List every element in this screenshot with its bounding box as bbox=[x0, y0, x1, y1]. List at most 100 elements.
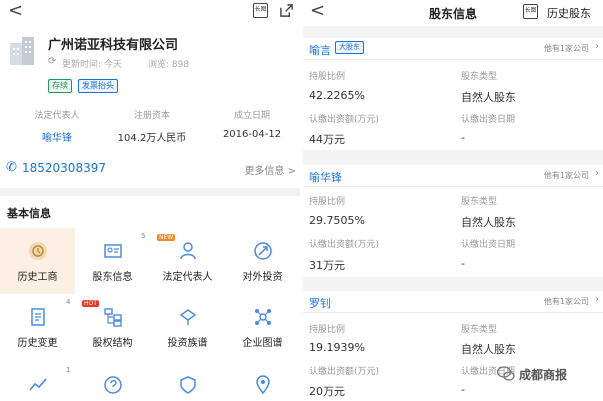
date-label: 认缴出资日期 bbox=[461, 115, 516, 125]
grid-label: 对外投资 bbox=[242, 272, 283, 283]
count-badge: 4 bbox=[66, 298, 71, 306]
location-icon bbox=[256, 375, 270, 395]
new-badge: NEW bbox=[157, 234, 176, 241]
grid-history-change[interactable]: 4 历史变更 bbox=[0, 294, 75, 360]
shareholder-name[interactable]: 罗钊 bbox=[309, 295, 331, 311]
grid-label: 法定代表人 bbox=[162, 272, 213, 283]
view-count: 浏览: 898 bbox=[148, 60, 190, 70]
grid-enterprise-graph[interactable]: 企业图谱 bbox=[225, 294, 300, 360]
family-tree-icon bbox=[179, 309, 197, 325]
company-detail-panel: < 长图 广州诺亚科技有限公司 ⟳ 更新时间: 今天 浏览: 898 存续 发票… bbox=[0, 0, 300, 401]
amount-label: 认缴出资额(万元) bbox=[309, 240, 380, 250]
grid-legal-rep[interactable]: NEW 法定代表人 bbox=[150, 228, 225, 294]
long-image-icon[interactable]: 长图 bbox=[523, 4, 538, 19]
phone-number[interactable]: 18520308397 bbox=[22, 161, 106, 175]
company-logo-icon bbox=[10, 37, 34, 65]
top-bar: < 股东信息 长图 历史股东 bbox=[303, 0, 603, 26]
shareholder-card[interactable]: 喻言 大股东 他有1家公司 › 持股比例 42.2265% 股东类型 自然人股东… bbox=[303, 38, 603, 150]
top-bar: < 长图 bbox=[0, 0, 300, 24]
question-icon bbox=[104, 376, 122, 394]
back-button[interactable]: < bbox=[8, 2, 23, 20]
grid-label: 股权结构 bbox=[92, 338, 133, 349]
trend-icon bbox=[29, 378, 47, 391]
legal-rep-info: 法定代表人 喻华锋 bbox=[22, 108, 92, 144]
refresh-icon[interactable]: ⟳ bbox=[48, 56, 56, 67]
founded-date-label: 成立日期 bbox=[233, 111, 270, 121]
chevron-right-icon: › bbox=[595, 168, 599, 179]
change-icon bbox=[31, 308, 45, 326]
amount-value: 20万元 bbox=[309, 385, 345, 398]
ratio-label: 持股比例 bbox=[309, 197, 346, 207]
grid-location[interactable] bbox=[225, 360, 300, 401]
legal-rep-value[interactable]: 喻华锋 bbox=[22, 129, 92, 144]
other-companies-link[interactable]: 他有1家公司 bbox=[544, 43, 589, 54]
reg-capital-label: 注册资本 bbox=[133, 111, 170, 121]
share-icon[interactable] bbox=[279, 3, 294, 18]
watermark: 成都商报 bbox=[497, 364, 603, 386]
amount-label: 认缴出资额(万元) bbox=[309, 367, 380, 377]
other-companies-link[interactable]: 他有1家公司 bbox=[544, 296, 589, 307]
other-companies-link[interactable]: 他有1家公司 bbox=[544, 170, 589, 181]
legal-rep-label: 法定代表人 bbox=[34, 111, 80, 121]
date-label: 认缴出资日期 bbox=[461, 240, 516, 250]
founded-date-info: 成立日期 2016-04-12 bbox=[212, 108, 292, 140]
date-value: - bbox=[461, 131, 465, 144]
major-shareholder-badge: 大股东 bbox=[335, 41, 364, 54]
date-value: - bbox=[461, 257, 465, 270]
more-info-link[interactable]: 更多信息 > bbox=[244, 162, 296, 177]
structure-icon bbox=[104, 308, 122, 327]
person-icon bbox=[180, 242, 196, 260]
grid-label: 股东信息 bbox=[92, 272, 133, 283]
history-shareholders-button[interactable]: 历史股东 bbox=[547, 5, 591, 21]
ratio-value: 29.7505% bbox=[309, 214, 365, 227]
phone-icon: ✆ bbox=[6, 160, 17, 175]
founded-date-value: 2016-04-12 bbox=[222, 129, 282, 140]
shareholder-name[interactable]: 喻言 bbox=[309, 42, 331, 58]
shareholder-info-panel: < 股东信息 长图 历史股东 喻言 大股东 他有1家公司 › 持股比例 42.2… bbox=[303, 0, 603, 401]
reg-capital-value: 104.2万人民币 bbox=[117, 133, 187, 144]
reg-capital-info: 注册资本 104.2万人民币 bbox=[112, 108, 192, 144]
shareholder-card[interactable]: 喻华锋 他有1家公司 › 持股比例 29.7505% 股东类型 自然人股东 认缴… bbox=[303, 165, 603, 277]
ratio-label: 持股比例 bbox=[309, 72, 346, 82]
grid-investment-family[interactable]: 投资族谱 bbox=[150, 294, 225, 360]
card-header: 喻华锋 他有1家公司 › bbox=[303, 165, 603, 187]
grid-question[interactable] bbox=[75, 360, 150, 401]
update-time: 更新时间: 今天 bbox=[62, 60, 122, 70]
amount-value: 44万元 bbox=[309, 133, 345, 146]
type-value: 自然人股东 bbox=[461, 91, 516, 104]
long-image-icon[interactable]: 长图 bbox=[253, 3, 268, 18]
phone-row[interactable]: ✆ 18520308397 更多信息 > bbox=[0, 155, 300, 185]
company-name: 广州诺亚科技有限公司 bbox=[48, 38, 179, 53]
grid-label: 投资族谱 bbox=[167, 338, 208, 349]
date-value: - bbox=[461, 383, 465, 396]
card-header: 罗钊 他有1家公司 › bbox=[303, 291, 603, 313]
status-badge: 存续 bbox=[48, 79, 72, 93]
watermark-text: 成都商报 bbox=[519, 368, 568, 382]
grid-equity-structure[interactable]: HOT 股权结构 bbox=[75, 294, 150, 360]
grid-label: 企业图谱 bbox=[242, 338, 283, 349]
type-label: 股东类型 bbox=[461, 197, 498, 207]
count-badge: 5 bbox=[141, 232, 146, 240]
graph-icon bbox=[255, 309, 271, 325]
type-value: 自然人股东 bbox=[461, 216, 516, 229]
grid-history-business[interactable]: 历史工商 bbox=[0, 228, 75, 294]
grid-shield[interactable] bbox=[150, 360, 225, 401]
grid-trend[interactable]: 1 bbox=[0, 360, 75, 401]
shareholder-name[interactable]: 喻华锋 bbox=[309, 169, 342, 185]
divider bbox=[0, 188, 300, 196]
chevron-right-icon: › bbox=[595, 294, 599, 305]
ratio-value: 19.1939% bbox=[309, 341, 365, 354]
count-badge: 1 bbox=[66, 366, 71, 374]
grid-label: 历史变更 bbox=[17, 338, 58, 349]
amount-label: 认缴出资额(万元) bbox=[309, 115, 380, 125]
history-icon bbox=[29, 242, 47, 260]
grid-shareholders[interactable]: 5 股东信息 bbox=[75, 228, 150, 294]
grid-outward-investment[interactable]: 对外投资 bbox=[225, 228, 300, 294]
investment-icon bbox=[254, 242, 272, 260]
ratio-value: 42.2265% bbox=[309, 89, 365, 102]
wechat-icon bbox=[497, 366, 515, 381]
invoice-title-tag[interactable]: 发票抬头 bbox=[78, 79, 118, 93]
amount-value: 31万元 bbox=[309, 259, 345, 272]
ratio-label: 持股比例 bbox=[309, 325, 346, 335]
section-title: 基本信息 bbox=[7, 207, 51, 220]
